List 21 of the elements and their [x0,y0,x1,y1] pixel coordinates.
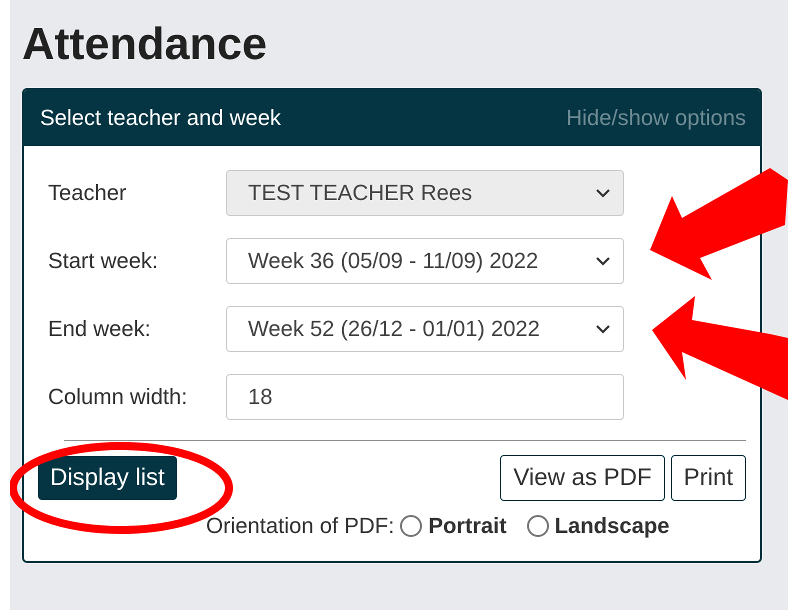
action-button[interactable]: View as PDF [500,455,665,501]
display-list-button[interactable]: Display list [38,456,177,500]
radio-label[interactable]: Portrait [428,513,507,539]
field-label: Start week: [48,248,160,274]
chevron-icon [595,188,611,198]
action-button[interactable]: Print [670,455,746,501]
dropdown[interactable]: Week 52 (26/12 - 01/01) 2022 [226,306,624,352]
page-title: Attendance [22,18,268,70]
field-label: End week: [48,316,152,342]
radio-label[interactable]: Landscape [554,513,670,539]
radio-button[interactable] [400,515,422,537]
input-field[interactable]: 18 [226,374,624,420]
chevron-icon [595,324,611,334]
dropdown[interactable]: Week 36 (05/09 - 11/09) 2022 [226,238,624,284]
panel-title: Select teacher and week [40,105,281,131]
orientation-label: Orientation of PDF: [206,513,394,539]
radio-button[interactable] [526,515,549,537]
chevron-icon [595,256,611,266]
hide-show-link[interactable]: Hide/show options [566,105,746,131]
field-label: Column width: [48,384,188,410]
field-label: Teacher [48,180,128,206]
